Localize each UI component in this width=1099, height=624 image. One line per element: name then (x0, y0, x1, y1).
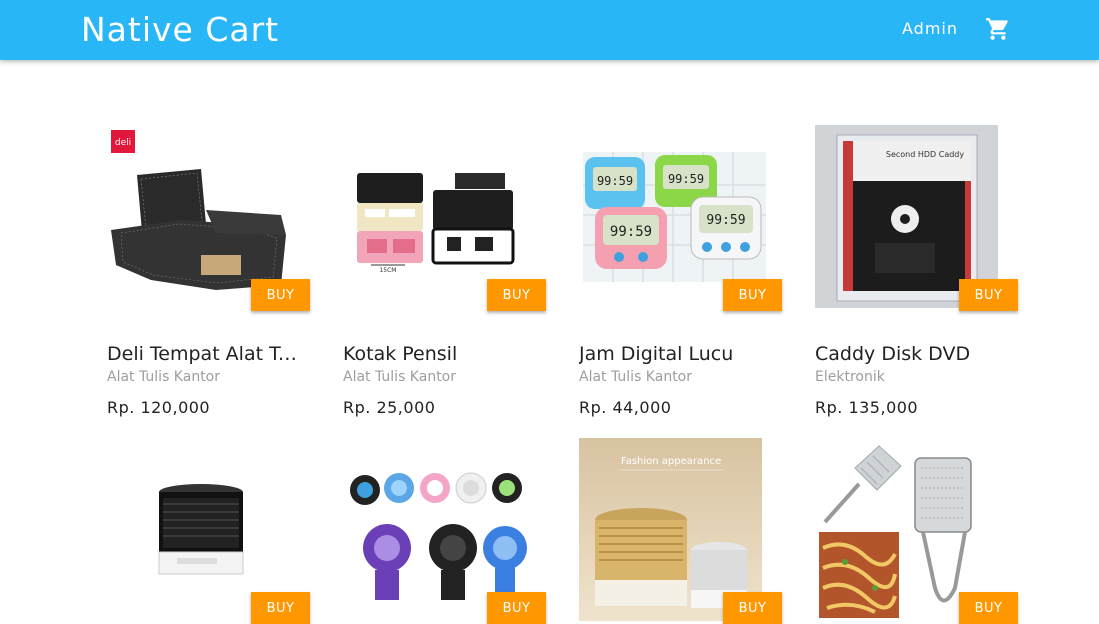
app-title[interactable]: Native Cart (81, 10, 279, 50)
buy-button[interactable]: BUY (723, 592, 782, 624)
product-category: Alat Tulis Kantor (107, 369, 221, 385)
product-price: Rp. 25,000 (343, 398, 436, 417)
shopping-cart-icon[interactable] (985, 16, 1011, 42)
svg-text:99:59: 99:59 (610, 224, 652, 240)
product-price: Rp. 44,000 (579, 398, 672, 417)
buy-button[interactable]: BUY (487, 279, 546, 311)
product-price: Rp. 120,000 (107, 398, 211, 417)
buy-button[interactable]: BUY (959, 279, 1018, 311)
buy-button[interactable]: BUY (251, 279, 310, 311)
buy-button[interactable]: BUY (723, 279, 782, 311)
svg-text:Second HDD Caddy: Second HDD Caddy (886, 150, 965, 159)
svg-text:deli: deli (115, 138, 131, 148)
product-category: Alat Tulis Kantor (579, 369, 693, 385)
svg-text:Fashion appearance: Fashion appearance (621, 456, 721, 467)
product-category: Elektronik (815, 369, 885, 385)
buy-button[interactable]: BUY (487, 592, 546, 624)
product-category: Alat Tulis Kantor (343, 369, 457, 385)
product-name[interactable]: Deli Tempat Alat Tulis Kantor (107, 343, 297, 365)
app-bar: Native Cart Admin (0, 0, 1099, 60)
svg-text:99:59: 99:59 (668, 172, 704, 186)
svg-text:99:59: 99:59 (597, 174, 633, 188)
admin-link[interactable]: Admin (902, 19, 958, 39)
buy-button[interactable]: BUY (959, 592, 1018, 624)
svg-text:15CM: 15CM (379, 267, 396, 274)
product-name[interactable]: Caddy Disk DVD (815, 343, 1005, 365)
svg-text:99:59: 99:59 (706, 213, 745, 228)
product-name[interactable]: Jam Digital Lucu (579, 343, 769, 365)
product-price: Rp. 135,000 (815, 398, 919, 417)
product-name[interactable]: Kotak Pensil (343, 343, 533, 365)
buy-button[interactable]: BUY (251, 592, 310, 624)
